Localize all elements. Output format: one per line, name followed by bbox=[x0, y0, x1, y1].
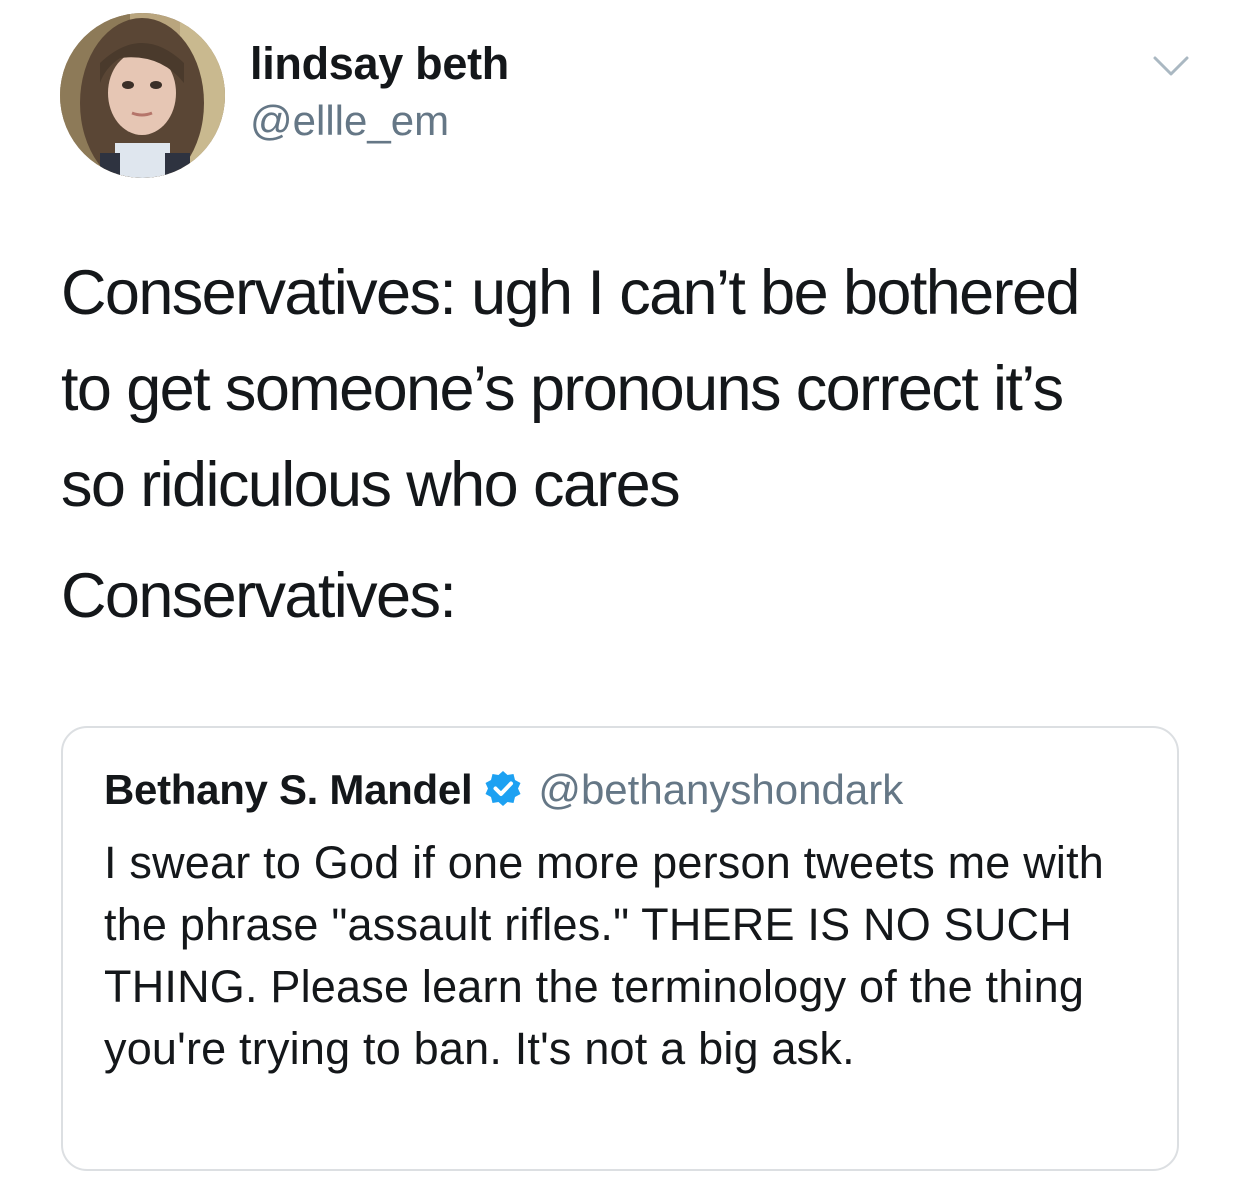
verified-badge-icon bbox=[482, 769, 524, 811]
quoted-tweet-header: Bethany S. Mandel @bethanyshondark bbox=[104, 764, 903, 816]
quoted-author-name: Bethany S. Mandel bbox=[104, 766, 473, 813]
tweet-text: Conservatives: ugh I can’t be bothered t… bbox=[61, 245, 1181, 644]
author-handle[interactable]: @ellle_em bbox=[250, 97, 449, 145]
quoted-tweet-text: I swear to God if one more person tweets… bbox=[104, 837, 1105, 1074]
quoted-tweet-card[interactable]: Bethany S. Mandel @bethanyshondark I swe… bbox=[61, 726, 1179, 1171]
tweet-text-paragraph: Conservatives: bbox=[61, 561, 457, 631]
avatar-photo bbox=[60, 13, 225, 178]
author-display-name[interactable]: lindsay beth bbox=[250, 38, 509, 90]
author-avatar[interactable] bbox=[60, 13, 225, 178]
tweet-text-paragraph: Conservatives: ugh I can’t be bothered t… bbox=[61, 258, 1080, 520]
quoted-author-handle: @bethanyshondark bbox=[538, 766, 904, 813]
chevron-down-icon[interactable] bbox=[1151, 52, 1191, 80]
